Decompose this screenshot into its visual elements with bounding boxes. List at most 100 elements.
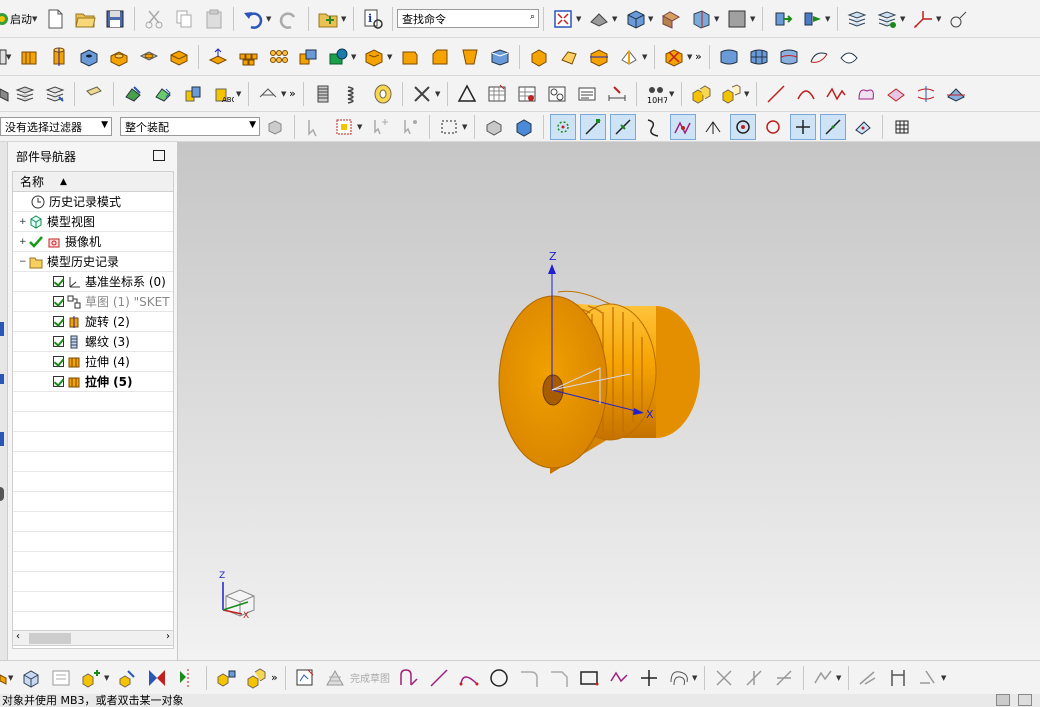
- show-constraints-icon[interactable]: [855, 665, 881, 691]
- weld-icon[interactable]: [409, 81, 435, 107]
- emboss-icon[interactable]: [205, 44, 231, 70]
- status-icon-2[interactable]: [1018, 694, 1032, 706]
- snap-arc-center-icon[interactable]: [700, 114, 726, 140]
- polygon-icon[interactable]: [606, 665, 632, 691]
- chevron-down-icon[interactable]: ▼: [236, 90, 244, 98]
- arc-icon[interactable]: [456, 665, 482, 691]
- chevron-down-icon[interactable]: ▼: [750, 15, 758, 23]
- chevron-down-icon[interactable]: ▼: [669, 90, 677, 98]
- expand-icon[interactable]: +: [19, 237, 29, 247]
- start-menu-button[interactable]: 启动: [10, 11, 32, 27]
- chevron-down-icon[interactable]: ▼: [714, 15, 722, 23]
- note-icon[interactable]: [574, 81, 600, 107]
- chevron-down-icon[interactable]: ▼: [357, 123, 365, 131]
- new-file-icon[interactable]: [42, 6, 68, 32]
- chevron-down-icon[interactable]: ▼: [642, 53, 650, 61]
- show-hide-icon[interactable]: [180, 81, 206, 107]
- wcs-icon[interactable]: [910, 6, 936, 32]
- part-model[interactable]: Z X Z X: [178, 142, 1040, 660]
- assembly-layers-icon[interactable]: [874, 6, 900, 32]
- layer-settings-icon[interactable]: [12, 81, 38, 107]
- quick-extend-icon[interactable]: [741, 665, 767, 691]
- intersection-curve-icon[interactable]: [913, 81, 939, 107]
- snap-on-surface-icon[interactable]: [850, 114, 876, 140]
- draft-icon[interactable]: [457, 44, 483, 70]
- pad-icon[interactable]: [166, 44, 192, 70]
- chamfer-icon[interactable]: [427, 44, 453, 70]
- chevron-down-icon[interactable]: ▼: [435, 90, 443, 98]
- graphics-window[interactable]: Z X Z X: [178, 142, 1040, 660]
- spring-icon[interactable]: [340, 81, 366, 107]
- cropped-tool-icon[interactable]: [0, 81, 10, 107]
- move-to-layer-icon[interactable]: [42, 81, 68, 107]
- section-view-icon[interactable]: [688, 6, 714, 32]
- visibility-checkbox[interactable]: [53, 336, 64, 347]
- maximize-icon[interactable]: [153, 150, 165, 161]
- bearing-icon[interactable]: [370, 81, 396, 107]
- sequence-icon[interactable]: [243, 665, 269, 691]
- dimension-sketch-icon[interactable]: [885, 665, 911, 691]
- chamfer-sketch-icon[interactable]: [546, 665, 572, 691]
- finish-sketch-button[interactable]: 完成草图: [350, 670, 390, 685]
- tree-item-history-mode[interactable]: 历史记录模式: [13, 192, 173, 212]
- chevron-down-icon[interactable]: ▼: [266, 15, 274, 23]
- point-icon[interactable]: [636, 665, 662, 691]
- cut-icon[interactable]: [141, 6, 167, 32]
- attributes-icon[interactable]: [81, 81, 107, 107]
- cropped-tool-icon[interactable]: [0, 44, 8, 70]
- more-tools-icon[interactable]: »: [271, 671, 281, 684]
- edit-object-display-icon[interactable]: ABC: [210, 81, 236, 107]
- collapse-icon[interactable]: −: [19, 257, 29, 267]
- boss-icon[interactable]: [106, 44, 132, 70]
- quick-trim-icon[interactable]: [711, 665, 737, 691]
- fillet-icon[interactable]: [516, 665, 542, 691]
- layer-icon[interactable]: [658, 6, 684, 32]
- transform-icon[interactable]: [799, 6, 825, 32]
- rectangle-icon[interactable]: [576, 665, 602, 691]
- pocket-icon[interactable]: [136, 44, 162, 70]
- view-triad[interactable]: Z X: [219, 571, 255, 621]
- chevron-down-icon[interactable]: ▼: [648, 15, 656, 23]
- pattern-geometry-icon[interactable]: [265, 44, 291, 70]
- auto-constrain-icon[interactable]: [915, 665, 941, 691]
- explode-view-icon[interactable]: [213, 665, 239, 691]
- selection-scope-dropdown[interactable]: 整个装配 ▼: [120, 117, 260, 136]
- chevron-down-icon[interactable]: ▼: [941, 674, 949, 682]
- studio-surface-icon[interactable]: [806, 44, 832, 70]
- line-icon[interactable]: [763, 81, 789, 107]
- assembly-filter-icon[interactable]: [262, 114, 288, 140]
- trim-body-icon[interactable]: [556, 44, 582, 70]
- chevron-down-icon[interactable]: ▼: [936, 15, 944, 23]
- more-tools-icon[interactable]: »: [695, 50, 705, 63]
- chevron-down-icon[interactable]: ▼: [576, 15, 584, 23]
- copy-icon[interactable]: [171, 6, 197, 32]
- snap-midpoint-icon[interactable]: [610, 113, 636, 140]
- rectangle-select-icon[interactable]: [436, 114, 462, 140]
- resource-tab-library[interactable]: [0, 432, 4, 446]
- chevron-down-icon[interactable]: ▼: [744, 90, 752, 98]
- visibility-checkbox[interactable]: [53, 356, 64, 367]
- chevron-down-icon[interactable]: ▼: [825, 15, 833, 23]
- swoop-icon[interactable]: [836, 44, 862, 70]
- mesh-surface-icon[interactable]: [746, 44, 772, 70]
- chevron-down-icon[interactable]: ▼: [692, 674, 700, 682]
- tree-item-revolve[interactable]: 旋转 (2): [13, 312, 173, 332]
- move-component-icon[interactable]: [114, 665, 140, 691]
- cropped-tool-icon[interactable]: [0, 665, 10, 691]
- scroll-left-icon[interactable]: ‹: [16, 631, 20, 642]
- command-search-input[interactable]: 查找命令 ⌕: [397, 9, 539, 28]
- triangle-icon[interactable]: [454, 81, 480, 107]
- parts-list-icon[interactable]: [544, 81, 570, 107]
- visibility-checkbox[interactable]: [53, 296, 64, 307]
- chevron-down-icon[interactable]: ▼: [687, 53, 695, 61]
- snap-intersection-icon[interactable]: [670, 113, 696, 140]
- fit-view-icon[interactable]: [550, 6, 576, 32]
- resource-tab-web[interactable]: [0, 487, 4, 501]
- snap-control-point-icon[interactable]: [640, 114, 666, 140]
- assembly-constraint-icon[interactable]: [144, 665, 170, 691]
- tree-item-extrude-4[interactable]: 拉伸 (4): [13, 352, 173, 372]
- background-icon[interactable]: [724, 6, 750, 32]
- chevron-down-icon[interactable]: ▼: [612, 15, 620, 23]
- sketch-icon[interactable]: [292, 665, 318, 691]
- offset-curve-icon[interactable]: [666, 665, 692, 691]
